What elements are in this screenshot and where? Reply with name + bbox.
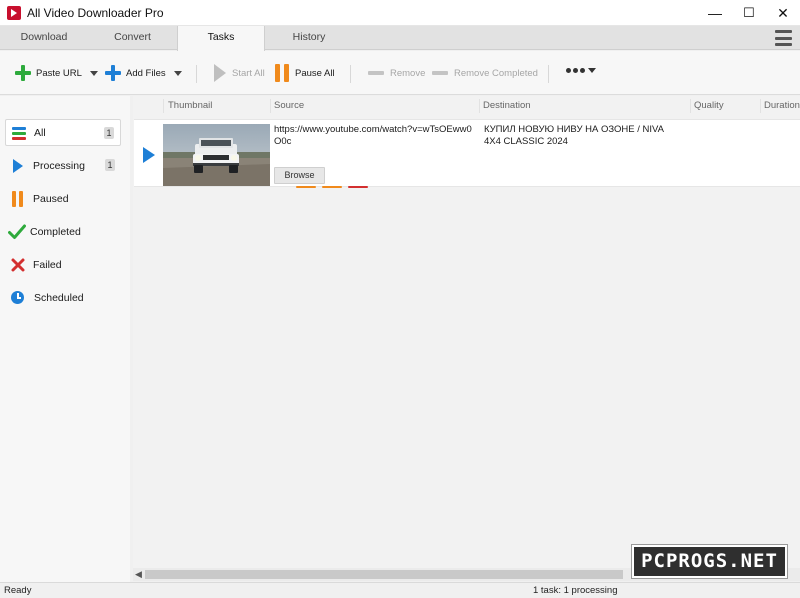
- window-title: All Video Downloader Pro: [27, 5, 164, 20]
- column-divider: [270, 99, 271, 113]
- tab-tasks[interactable]: Tasks: [177, 26, 265, 51]
- main-tabs: Download Convert Tasks History: [0, 26, 800, 51]
- sidebar-item-completed[interactable]: Completed: [5, 218, 121, 245]
- video-thumbnail: [163, 124, 270, 186]
- add-files-label: Add Files: [126, 67, 166, 79]
- status-text: Ready: [4, 585, 32, 596]
- progress-segment: [322, 186, 342, 188]
- close-button[interactable]: ✕: [766, 0, 800, 26]
- app-logo-icon: [7, 5, 21, 20]
- chevron-down-icon: [588, 68, 596, 73]
- play-icon: [214, 64, 226, 82]
- toolbar-divider: [196, 65, 197, 83]
- source-url[interactable]: https://www.youtube.com/watch?v=wTsOEww0…: [274, 124, 479, 148]
- toolbar-divider: [548, 65, 549, 83]
- column-divider: [690, 99, 691, 113]
- paste-url-button[interactable]: Paste URL: [14, 63, 98, 83]
- watermark: PCPROGS.NET: [632, 545, 787, 578]
- maximize-button[interactable]: ☐: [732, 0, 766, 26]
- menu-icon[interactable]: [775, 30, 792, 46]
- column-thumbnail[interactable]: Thumbnail: [168, 100, 212, 111]
- plus-icon: [14, 64, 32, 82]
- sidebar-item-label: Paused: [33, 192, 69, 205]
- pause-all-label: Pause All: [295, 67, 335, 79]
- minimize-button[interactable]: —: [698, 0, 732, 26]
- browse-button[interactable]: Browse: [274, 167, 325, 184]
- status-bar: Ready 1 task: 1 processing: [0, 582, 800, 598]
- sidebar-item-processing[interactable]: Processing 1: [5, 152, 121, 179]
- column-divider: [479, 99, 480, 113]
- remove-completed-button[interactable]: Remove Completed: [432, 63, 538, 83]
- column-divider: [760, 99, 761, 113]
- play-icon: [13, 158, 23, 173]
- chevron-down-icon[interactable]: [89, 70, 98, 76]
- remove-button[interactable]: Remove: [368, 63, 425, 83]
- sidebar-item-failed[interactable]: Failed: [5, 251, 121, 278]
- title-bar: All Video Downloader Pro — ☐ ✕: [0, 0, 800, 26]
- sidebar-item-label: Completed: [30, 225, 81, 238]
- count-badge: 1: [104, 127, 114, 139]
- task-filter-sidebar: All 1 Processing 1 Paused Completed Fail…: [0, 96, 130, 582]
- column-header: Thumbnail Source Destination Quality Dur…: [133, 96, 800, 116]
- sidebar-item-scheduled[interactable]: Scheduled: [5, 284, 121, 311]
- sidebar-item-label: All: [34, 126, 46, 139]
- sidebar-item-label: Scheduled: [34, 291, 84, 304]
- plus-icon: [104, 64, 122, 82]
- remove-completed-label: Remove Completed: [454, 67, 538, 79]
- more-options-icon[interactable]: [566, 68, 596, 73]
- sidebar-item-label: Processing: [33, 159, 85, 172]
- progress-segment: [296, 186, 316, 188]
- task-summary: 1 task: 1 processing: [533, 585, 618, 596]
- remove-label: Remove: [390, 67, 426, 79]
- count-badge: 1: [105, 159, 115, 171]
- column-divider: [163, 99, 164, 113]
- column-duration[interactable]: Duration: [764, 100, 800, 111]
- minus-icon: [368, 71, 384, 75]
- chevron-down-icon[interactable]: [173, 70, 182, 76]
- column-quality[interactable]: Quality: [694, 100, 724, 111]
- pause-icon: [11, 190, 25, 207]
- column-destination[interactable]: Destination: [483, 100, 531, 111]
- start-all-label: Start All: [232, 67, 265, 79]
- toolbar: Paste URL Add Files Start All Pause All …: [0, 51, 800, 95]
- pause-all-button[interactable]: Pause All: [274, 63, 335, 83]
- window-controls: — ☐ ✕: [698, 0, 800, 26]
- clock-icon: [11, 291, 24, 304]
- list-icon: [11, 125, 27, 141]
- task-row[interactable]: https://www.youtube.com/watch?v=wTsOEww0…: [134, 119, 800, 188]
- scroll-left-icon[interactable]: ◀: [135, 569, 142, 580]
- sidebar-item-label: Failed: [33, 258, 62, 271]
- paste-url-label: Paste URL: [36, 67, 82, 79]
- minus-icon: [432, 71, 448, 75]
- start-all-button[interactable]: Start All: [214, 63, 265, 83]
- play-icon[interactable]: [143, 147, 155, 163]
- tab-download[interactable]: Download: [0, 26, 88, 50]
- pause-icon: [274, 64, 290, 82]
- cross-icon: [10, 257, 26, 273]
- tab-convert[interactable]: Convert: [88, 26, 177, 50]
- tab-history[interactable]: History: [265, 26, 353, 50]
- checkmark-icon: [8, 224, 26, 240]
- toolbar-divider: [350, 65, 351, 83]
- sidebar-item-all[interactable]: All 1: [5, 119, 121, 146]
- task-list: Thumbnail Source Destination Quality Dur…: [133, 96, 800, 568]
- destination-title[interactable]: КУПИЛ НОВУЮ НИВУ НА ОЗОНЕ / NIVA 4X4 CLA…: [484, 124, 669, 148]
- progress-segment: [348, 186, 368, 188]
- scrollbar-thumb[interactable]: [145, 570, 623, 579]
- column-source[interactable]: Source: [274, 100, 304, 111]
- add-files-button[interactable]: Add Files: [104, 63, 182, 83]
- sidebar-item-paused[interactable]: Paused: [5, 185, 121, 212]
